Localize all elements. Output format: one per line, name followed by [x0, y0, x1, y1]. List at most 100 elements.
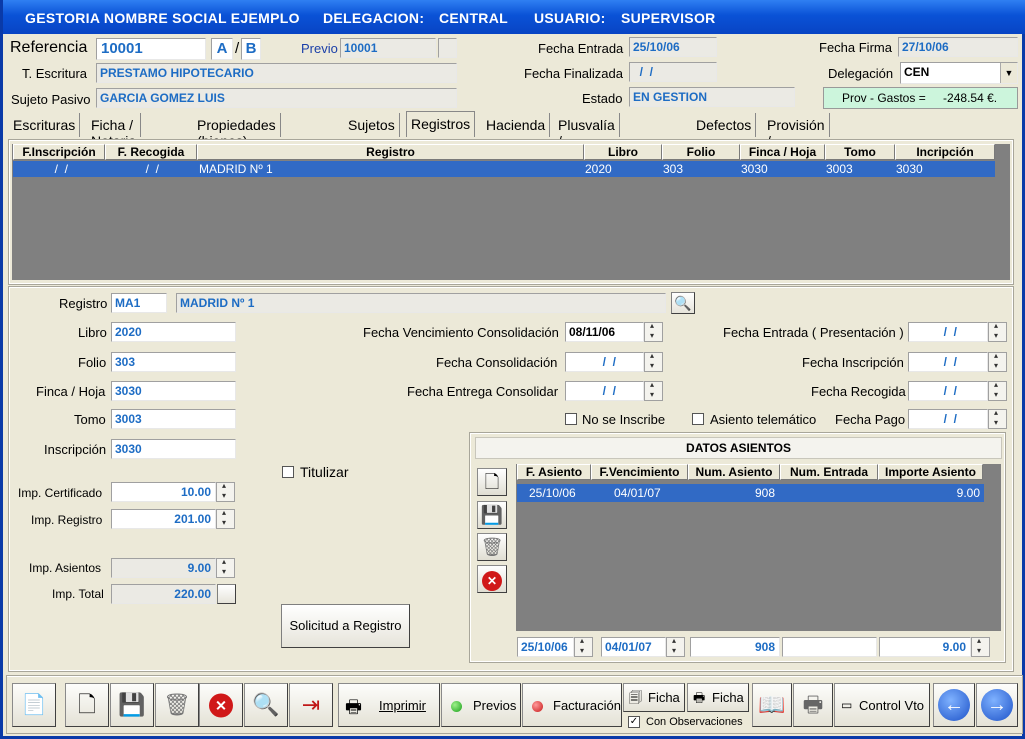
titulizar-checkbox[interactable] — [282, 466, 294, 478]
col-fasiento[interactable]: F. Asiento — [517, 464, 591, 480]
col-importe-asiento[interactable]: Importe Asiento — [878, 464, 983, 480]
imprimir-button[interactable]: 🖶 Imprimir — [338, 683, 440, 727]
fr-spinner[interactable] — [988, 380, 1007, 401]
registro-name-field[interactable]: MADRID Nº 1 — [176, 293, 666, 313]
fp-field[interactable]: / / — [908, 409, 988, 429]
tab-defectos[interactable]: Defectos — [692, 113, 757, 137]
cancel-asiento-button[interactable]: ✕ — [477, 565, 507, 593]
asiento-telematico-checkbox[interactable] — [692, 413, 704, 425]
edit-fasiento-field[interactable]: 25/10/06 — [517, 637, 574, 657]
imp-certificado-field[interactable]: 10.00 — [111, 482, 216, 502]
table-row[interactable]: / / / / MADRID Nº 1 2020 303 3030 3003 3… — [13, 161, 995, 177]
no-inscribe-checkbox[interactable] — [565, 413, 577, 425]
col-frecogida[interactable]: F. Recogida — [105, 144, 197, 160]
fvc-field[interactable]: 08/11/06 — [565, 322, 644, 342]
estado-field[interactable]: EN GESTION — [629, 87, 795, 107]
fr-field[interactable]: / / — [908, 381, 988, 401]
cancel-button[interactable]: ✕ — [199, 683, 243, 727]
tab-plusvalia[interactable]: Plusvalía / Catastro — [554, 113, 620, 165]
imp-asientos-field[interactable]: 9.00 — [111, 558, 216, 578]
edit-fasiento-spinner[interactable] — [574, 636, 593, 657]
fi-field[interactable]: / / — [908, 352, 988, 372]
exit-button[interactable]: ⇥ — [289, 683, 333, 727]
add-asiento-button[interactable]: 🗋 — [477, 468, 507, 496]
col-inscripcion[interactable]: Incripción — [895, 144, 995, 160]
fi-spinner[interactable] — [988, 351, 1007, 372]
copy-button[interactable]: 📄 — [12, 683, 56, 727]
new-button[interactable]: 🗋 — [65, 683, 109, 727]
imp-registro-spinner[interactable] — [216, 508, 235, 529]
save-button[interactable]: 💾 — [110, 683, 154, 727]
fecha-entrada-field[interactable]: 25/10/06 — [629, 37, 717, 57]
registros-grid[interactable]: F.Inscripción F. Recogida Registro Libro… — [12, 144, 1010, 280]
fc-spinner[interactable] — [644, 351, 663, 372]
tab-hacienda[interactable]: Hacienda — [482, 113, 551, 137]
edit-fvenc-spinner[interactable] — [666, 636, 685, 657]
ficha-button-2[interactable]: 🖶 Ficha — [687, 683, 749, 712]
tab-ficha-notaria[interactable]: Ficha / Notaria — [87, 113, 142, 149]
col-fvencimiento[interactable]: F.Vencimiento — [591, 464, 688, 480]
tab-propiedades[interactable]: Propiedades (bienes) — [193, 113, 281, 149]
fep-field[interactable]: / / — [908, 322, 988, 342]
tab-sujetos[interactable]: Sujetos — [344, 113, 400, 137]
finca-field[interactable]: 3030 — [111, 381, 236, 401]
col-num-asiento[interactable]: Num. Asiento — [688, 464, 780, 480]
tab-provision[interactable]: Provisión / Facturas — [763, 113, 830, 165]
con-observaciones-checkbox[interactable]: ✓ — [628, 716, 640, 728]
fep-spinner[interactable] — [988, 321, 1007, 342]
previo-field[interactable]: 10001 — [340, 38, 436, 58]
delegacion-select[interactable]: CEN ▼ — [900, 62, 1018, 84]
libro-field[interactable]: 2020 — [111, 322, 236, 342]
edit-importe-field[interactable]: 9.00 — [879, 637, 971, 657]
tab-escrituras[interactable]: Escrituras — [9, 113, 81, 137]
previous-button[interactable]: ← — [933, 683, 975, 727]
a-button[interactable]: A — [211, 38, 233, 60]
edit-num-entrada-field[interactable] — [782, 637, 877, 657]
edit-num-asiento-field[interactable]: 908 — [690, 637, 780, 657]
fp-spinner[interactable] — [988, 408, 1007, 429]
facturacion-button[interactable]: Facturación — [522, 683, 622, 727]
folio-field[interactable]: 303 — [111, 352, 236, 372]
inscripcion-field[interactable]: 3030 — [111, 439, 236, 459]
fvc-spinner[interactable] — [644, 321, 663, 342]
col-finscripcion[interactable]: F.Inscripción — [13, 144, 105, 160]
imp-certificado-spinner[interactable] — [216, 481, 235, 502]
find-button[interactable]: 🔍 — [244, 683, 288, 727]
col-folio[interactable]: Folio — [662, 144, 740, 160]
chevron-down-icon[interactable]: ▼ — [1000, 63, 1017, 83]
next-button[interactable]: → — [976, 683, 1018, 727]
fc-field[interactable]: / / — [565, 352, 644, 372]
registro-code-field[interactable]: MA1 — [111, 293, 167, 313]
solicitud-registro-button[interactable]: Solicitud a Registro — [281, 604, 410, 648]
asientos-grid[interactable]: F. Asiento F.Vencimiento Num. Asiento Nu… — [516, 464, 1001, 631]
fecha-firma-field[interactable]: 27/10/06 — [898, 37, 1018, 57]
save-asiento-button[interactable]: 💾 — [477, 501, 507, 529]
control-vto-button[interactable]: ▭ Control Vto — [834, 683, 930, 727]
fecha-finalizada-field[interactable]: / / — [629, 62, 717, 82]
delete-button[interactable]: 🗑 — [155, 683, 199, 727]
col-libro[interactable]: Libro — [584, 144, 662, 160]
col-registro[interactable]: Registro — [197, 144, 584, 160]
fec-spinner[interactable] — [644, 380, 663, 401]
tab-registros[interactable]: Registros — [406, 111, 476, 137]
edit-fvenc-field[interactable]: 04/01/07 — [601, 637, 666, 657]
delete-asiento-button[interactable]: 🗑 — [477, 533, 507, 561]
escritura-field[interactable]: PRESTAMO HIPOTECARIO — [96, 63, 457, 83]
book-button[interactable]: 📖 — [752, 683, 792, 727]
imp-registro-field[interactable]: 201.00 — [111, 509, 216, 529]
search-button[interactable]: 🔍 — [671, 292, 695, 314]
referencia-field[interactable]: 10001 — [96, 38, 206, 60]
b-button[interactable]: B — [241, 38, 261, 60]
imp-total-button[interactable] — [217, 584, 236, 604]
tomo-field[interactable]: 3003 — [111, 409, 236, 429]
col-num-entrada[interactable]: Num. Entrada — [780, 464, 878, 480]
previos-button[interactable]: Previos — [441, 683, 521, 727]
sujeto-field[interactable]: GARCIA GOMEZ LUIS — [96, 88, 457, 108]
imp-total-field[interactable]: 220.00 — [111, 584, 216, 604]
edit-importe-spinner[interactable] — [971, 636, 990, 657]
print-preview-button[interactable]: 🖶 — [793, 683, 833, 727]
previo-extra-field[interactable] — [438, 38, 457, 58]
col-finca[interactable]: Finca / Hoja — [740, 144, 825, 160]
col-tomo[interactable]: Tomo — [825, 144, 895, 160]
ficha-button-1[interactable]: 🗐 Ficha — [623, 683, 685, 712]
